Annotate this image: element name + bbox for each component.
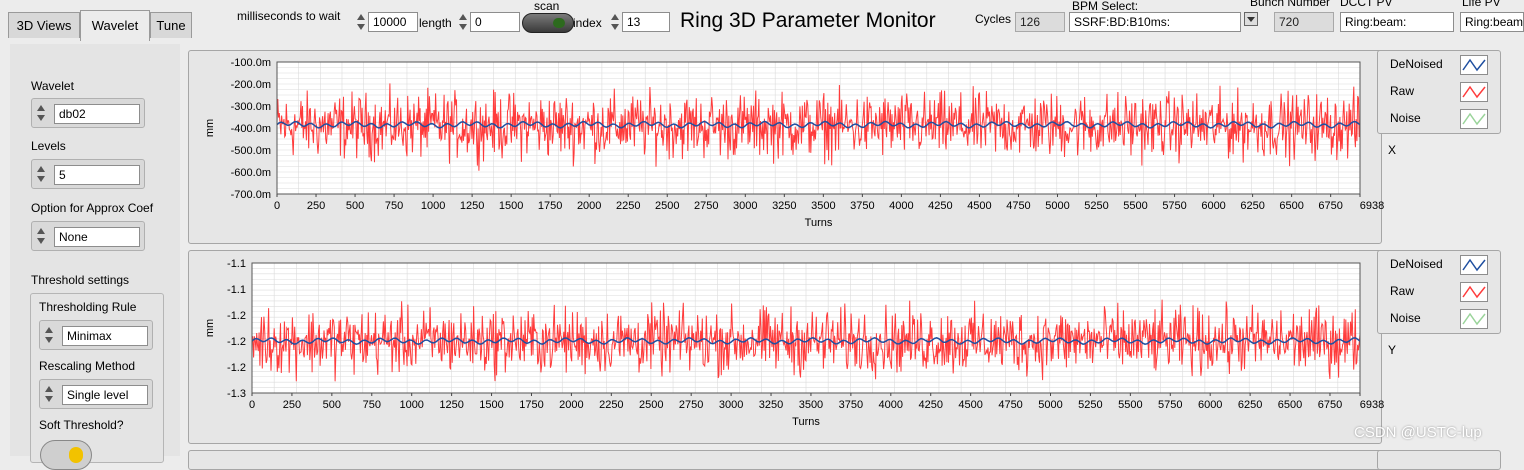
x-tick-label: 5000 xyxy=(1045,200,1069,212)
legend-raw-swatch[interactable] xyxy=(1460,282,1488,302)
x-tick-label: 5500 xyxy=(1118,399,1142,411)
y-tick-label: -700.0m xyxy=(231,189,271,201)
x-tick-label: 3500 xyxy=(799,399,823,411)
x-tick-label: 5250 xyxy=(1078,399,1102,411)
x-tick-label: 6500 xyxy=(1279,200,1303,212)
x-tick-label: 1500 xyxy=(499,200,523,212)
x-tick-label: 5250 xyxy=(1084,200,1108,212)
x-tick-label: 3750 xyxy=(839,399,863,411)
x-tick-label: 1000 xyxy=(421,200,445,212)
x-tick-label: 3250 xyxy=(759,399,783,411)
x-tick-label: 5000 xyxy=(1038,399,1062,411)
x-tick-label: 0 xyxy=(249,399,255,411)
legend-y-tag: Y xyxy=(1388,343,1397,357)
y-tick-label: -600.0m xyxy=(231,167,271,179)
x-tick-label: 6000 xyxy=(1198,399,1222,411)
y-tick-label: -300.0m xyxy=(231,101,271,113)
x-tick-label: 3000 xyxy=(733,200,757,212)
x-tick-label: 2000 xyxy=(559,399,583,411)
x-tick-label: 1250 xyxy=(439,399,463,411)
x-tick-label: 5750 xyxy=(1158,399,1182,411)
x-tick-label: 500 xyxy=(323,399,341,411)
watermark: CSDN @USTC-lup xyxy=(1354,424,1482,441)
x-tick-label: 750 xyxy=(385,200,403,212)
x-tick-label: 2000 xyxy=(577,200,601,212)
y-tick-label: -400.0m xyxy=(231,123,271,135)
y-tick-label: -1.2 xyxy=(227,362,246,374)
y-tick-label: -1.2 xyxy=(227,310,246,322)
x-tick-label: 3500 xyxy=(811,200,835,212)
legend-raw-swatch[interactable] xyxy=(1460,82,1488,102)
x-tick-label: 1500 xyxy=(479,399,503,411)
x-tick-label: 2750 xyxy=(694,200,718,212)
x-tick-label: 2250 xyxy=(616,200,640,212)
legend-y: DeNoised Raw Noise xyxy=(1377,250,1501,334)
x-tick-label: 4500 xyxy=(958,399,982,411)
legend-x-tag: X xyxy=(1388,143,1397,157)
x-tick-label: 2750 xyxy=(679,399,703,411)
y-tick-label: -1.1 xyxy=(227,284,246,296)
x-tick-label: 3000 xyxy=(719,399,743,411)
y-tick-label: -200.0m xyxy=(231,79,271,91)
legend-denoised-label: DeNoised xyxy=(1390,57,1443,71)
x-tick-label: 6750 xyxy=(1318,399,1342,411)
x-tick-label: 6250 xyxy=(1240,200,1264,212)
y-tick-label: -1.1 xyxy=(227,258,246,270)
y-tick-label: -1.3 xyxy=(227,388,246,400)
x-tick-label: 0 xyxy=(274,200,280,212)
x-tick-label: 6000 xyxy=(1201,200,1225,212)
legend-raw-label: Raw xyxy=(1390,284,1415,298)
legend-raw-label: Raw xyxy=(1390,84,1415,98)
chart-x: -100.0m -200.0m -300.0m -400.0m -500.0m -600.… xyxy=(204,57,1384,229)
x-tick-label: 6938 xyxy=(1360,200,1384,212)
x-tick-label: 4500 xyxy=(967,200,991,212)
x-tick-label: 2250 xyxy=(599,399,623,411)
x-tick-label: 6750 xyxy=(1318,200,1342,212)
legend-noise-swatch[interactable] xyxy=(1460,309,1488,329)
x-tick-label: 4000 xyxy=(889,200,913,212)
x-tick-label: 1750 xyxy=(538,200,562,212)
x-tick-label: 1000 xyxy=(399,399,423,411)
legend-noise-label: Noise xyxy=(1390,311,1421,325)
x-tick-label: 2500 xyxy=(655,200,679,212)
x-tick-label: 6500 xyxy=(1278,399,1302,411)
x-tick-label: 5500 xyxy=(1123,200,1147,212)
x-tick-label: 4250 xyxy=(918,399,942,411)
x-axis-label: Turns xyxy=(792,416,820,428)
chart-y: -1.1 -1.1 -1.2 -1.2 -1.2 -1.30 250 500 750 1000 12… xyxy=(204,258,1384,428)
x-tick-label: 3750 xyxy=(850,200,874,212)
y-axis-label: mm xyxy=(204,119,216,137)
y-tick-label: -100.0m xyxy=(231,57,271,69)
legend-x: DeNoised Raw Noise xyxy=(1377,50,1501,134)
legend-denoised-label: DeNoised xyxy=(1390,257,1443,271)
y-tick-label: -1.2 xyxy=(227,336,246,348)
x-tick-label: 2500 xyxy=(639,399,663,411)
x-tick-label: 250 xyxy=(307,200,325,212)
y-tick-label: -500.0m xyxy=(231,145,271,157)
legend-denoised-swatch[interactable] xyxy=(1460,55,1488,75)
x-tick-label: 4250 xyxy=(928,200,952,212)
x-axis-label: Turns xyxy=(805,217,833,229)
x-tick-label: 500 xyxy=(346,200,364,212)
legend-denoised-swatch[interactable] xyxy=(1460,255,1488,275)
charts-svg: -100.0m -200.0m -300.0m -400.0m -500.0m -600.… xyxy=(204,57,1384,428)
x-tick-label: 1250 xyxy=(460,200,484,212)
legend-noise-swatch[interactable] xyxy=(1460,109,1488,129)
legend-noise-label: Noise xyxy=(1390,111,1421,125)
x-tick-label: 5750 xyxy=(1162,200,1186,212)
legend-third xyxy=(1377,450,1501,470)
x-tick-label: 4000 xyxy=(879,399,903,411)
x-tick-label: 6250 xyxy=(1238,399,1262,411)
x-tick-label: 750 xyxy=(363,399,381,411)
x-tick-label: 4750 xyxy=(998,399,1022,411)
x-tick-label: 4750 xyxy=(1006,200,1030,212)
y-axis-label: mm xyxy=(204,319,216,337)
x-tick-label: 1750 xyxy=(519,399,543,411)
x-tick-label: 3250 xyxy=(772,200,796,212)
x-tick-label: 250 xyxy=(283,399,301,411)
x-tick-label: 6938 xyxy=(1360,399,1384,411)
